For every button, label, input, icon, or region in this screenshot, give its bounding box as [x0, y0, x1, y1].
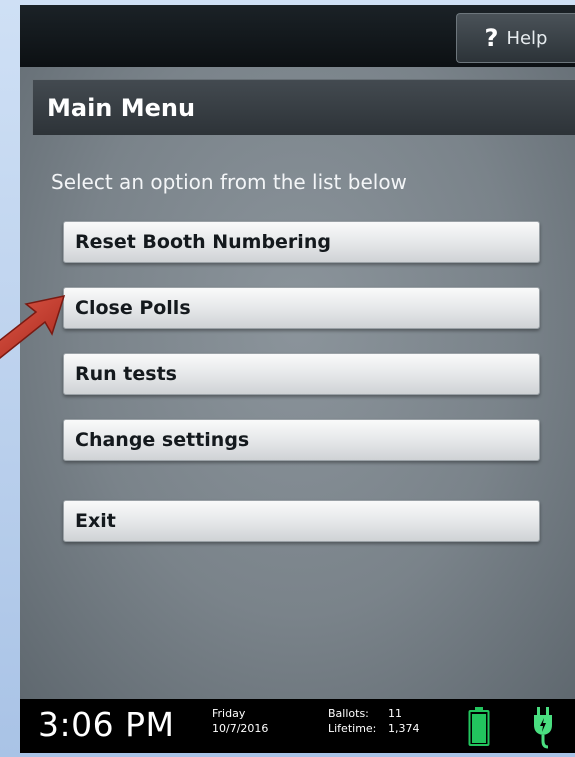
date-display: Friday 10/7/2016 — [212, 706, 268, 736]
main-panel: Main Menu Select an option from the list… — [20, 67, 575, 699]
instruction-text: Select an option from the list below — [51, 170, 407, 194]
ballots-label: Ballots: — [328, 707, 369, 720]
lifetime-label: Lifetime: — [328, 722, 377, 735]
voting-device-screen: ? Help Main Menu Select an option from t… — [20, 5, 575, 753]
clock: 3:06 PM — [38, 705, 175, 744]
page-title: Main Menu — [47, 93, 196, 122]
date-label: 10/7/2016 — [212, 722, 269, 735]
help-label: Help — [506, 27, 548, 49]
reset-booth-numbering-button[interactable]: Reset Booth Numbering — [63, 221, 540, 263]
battery-icon — [468, 707, 490, 751]
exit-button[interactable]: Exit — [63, 500, 540, 542]
lifetime-value: 1,374 — [388, 722, 420, 735]
close-polls-button[interactable]: Close Polls — [63, 287, 540, 329]
title-bar: Main Menu — [32, 79, 575, 135]
ballots-value: 11 — [388, 707, 402, 720]
ballot-counter: Ballots: 11 Lifetime: 1,374 — [328, 706, 420, 736]
day-label: Friday — [212, 707, 246, 720]
help-button[interactable]: ? Help — [456, 13, 575, 63]
help-icon: ? — [484, 24, 499, 52]
change-settings-button[interactable]: Change settings — [63, 419, 540, 461]
run-tests-button[interactable]: Run tests — [63, 353, 540, 395]
status-bar: 3:06 PM Friday 10/7/2016 Ballots: 11 Lif… — [20, 699, 575, 753]
power-plug-icon — [531, 707, 555, 753]
top-bar: ? Help — [20, 5, 575, 67]
